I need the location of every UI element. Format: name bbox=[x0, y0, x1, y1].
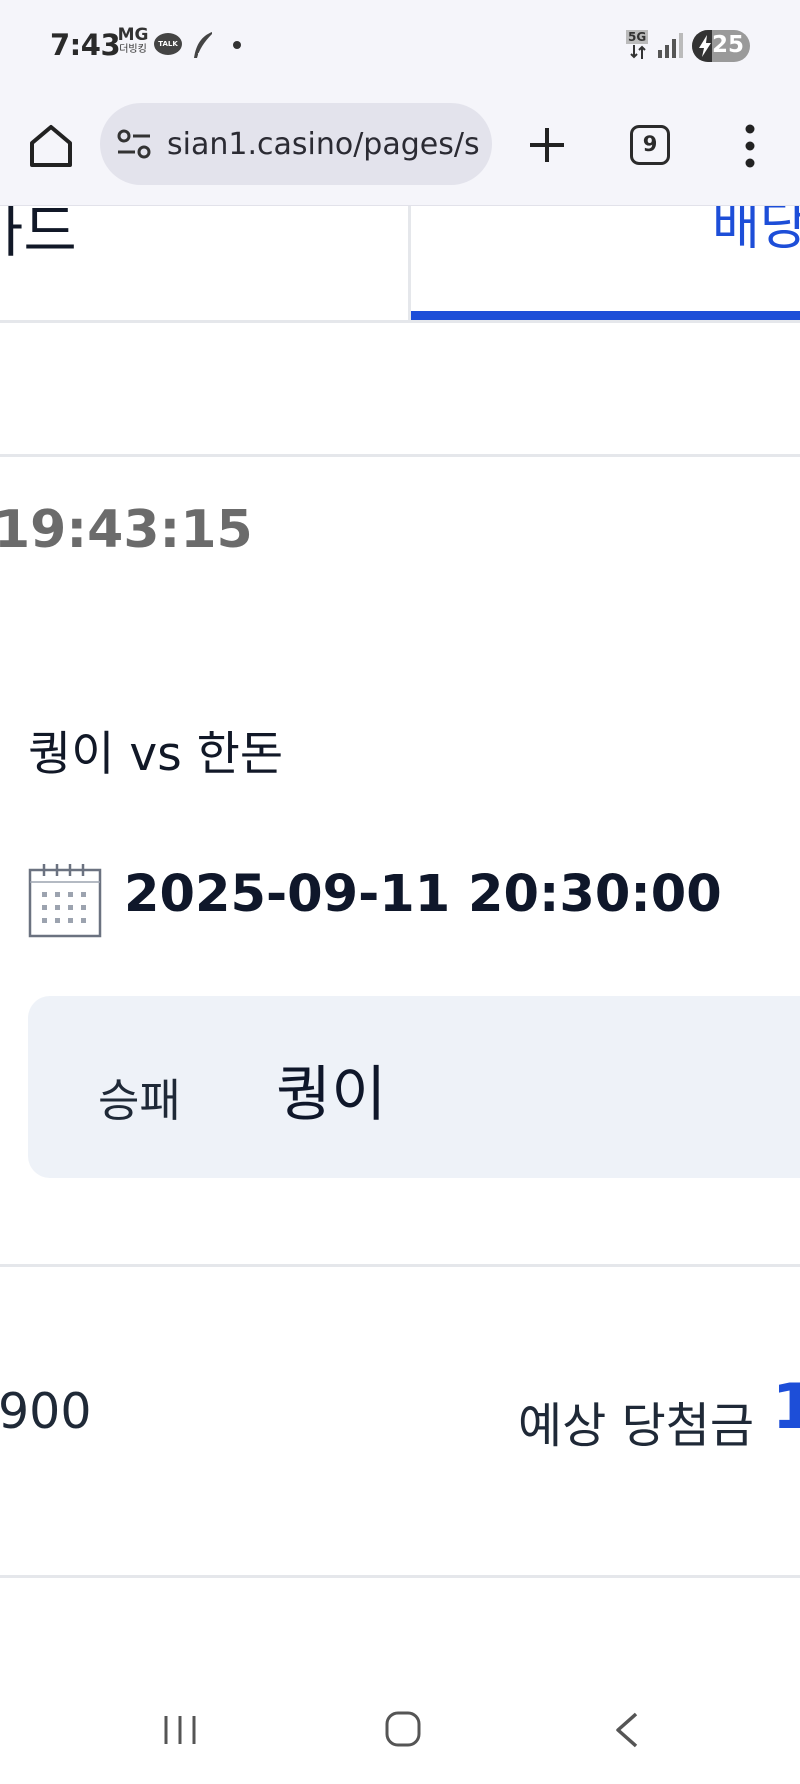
mg-app-icon: MG 더빙킹 bbox=[116, 27, 150, 55]
back-icon[interactable] bbox=[612, 1710, 642, 1750]
bet-pick: 퀑이 bbox=[276, 1060, 387, 1130]
url-text[interactable]: sian1.casino/pages/s bbox=[167, 127, 482, 162]
system-nav-bar bbox=[0, 1690, 800, 1784]
5g-icon: 5G bbox=[626, 30, 652, 60]
home-icon[interactable] bbox=[26, 121, 76, 171]
expected-winnings-value: 1 bbox=[772, 1370, 800, 1443]
notification-dot-icon bbox=[233, 41, 241, 49]
divider bbox=[0, 1575, 800, 1578]
divider bbox=[0, 454, 800, 457]
tab-bar: 카드 배당 bbox=[0, 206, 800, 323]
network-label: 5G bbox=[626, 30, 649, 44]
browser-toolbar: sian1.casino/pages/s 9 bbox=[0, 96, 800, 206]
tab-switcher-button[interactable]: 9 bbox=[630, 125, 670, 165]
site-info-icon[interactable] bbox=[116, 126, 152, 162]
battery-percent: 25 bbox=[711, 32, 744, 58]
active-tab-indicator bbox=[411, 311, 800, 320]
address-bar[interactable]: sian1.casino/pages/s bbox=[100, 103, 492, 185]
signal-icon bbox=[658, 33, 683, 58]
bet-amount: 900 bbox=[0, 1383, 92, 1440]
match-title: 퀑이 vs 한돈 bbox=[28, 727, 284, 782]
bet-detail-card: 승패 퀑이 bbox=[28, 996, 800, 1178]
mg-label: MG bbox=[117, 25, 149, 45]
bet-type-label: 승패 bbox=[98, 1074, 181, 1127]
bet-time: 19:43:15 bbox=[0, 500, 253, 560]
plus-icon[interactable] bbox=[522, 120, 572, 170]
divider bbox=[0, 1264, 800, 1267]
tab-divider bbox=[408, 206, 411, 320]
status-bar: 7:43 MG 더빙킹 TALK 5G 25 bbox=[0, 0, 800, 96]
calendar-icon bbox=[28, 864, 102, 938]
feather-icon bbox=[194, 32, 212, 58]
tab-odds[interactable]: 배당 bbox=[712, 206, 800, 259]
more-vert-icon[interactable] bbox=[735, 121, 765, 171]
recents-icon[interactable] bbox=[160, 1712, 200, 1748]
match-datetime: 2025-09-11 20:30:00 bbox=[124, 865, 722, 924]
tab-card[interactable]: 카드 bbox=[0, 206, 77, 268]
expected-winnings-label: 예상 당첨금 bbox=[518, 1398, 755, 1454]
kakaotalk-icon: TALK bbox=[154, 33, 182, 55]
home-circle-icon[interactable] bbox=[384, 1710, 422, 1748]
battery-charging-icon: 25 bbox=[692, 30, 750, 62]
status-time: 7:43 bbox=[50, 28, 121, 62]
mg-sublabel: 더빙킹 bbox=[119, 44, 147, 55]
